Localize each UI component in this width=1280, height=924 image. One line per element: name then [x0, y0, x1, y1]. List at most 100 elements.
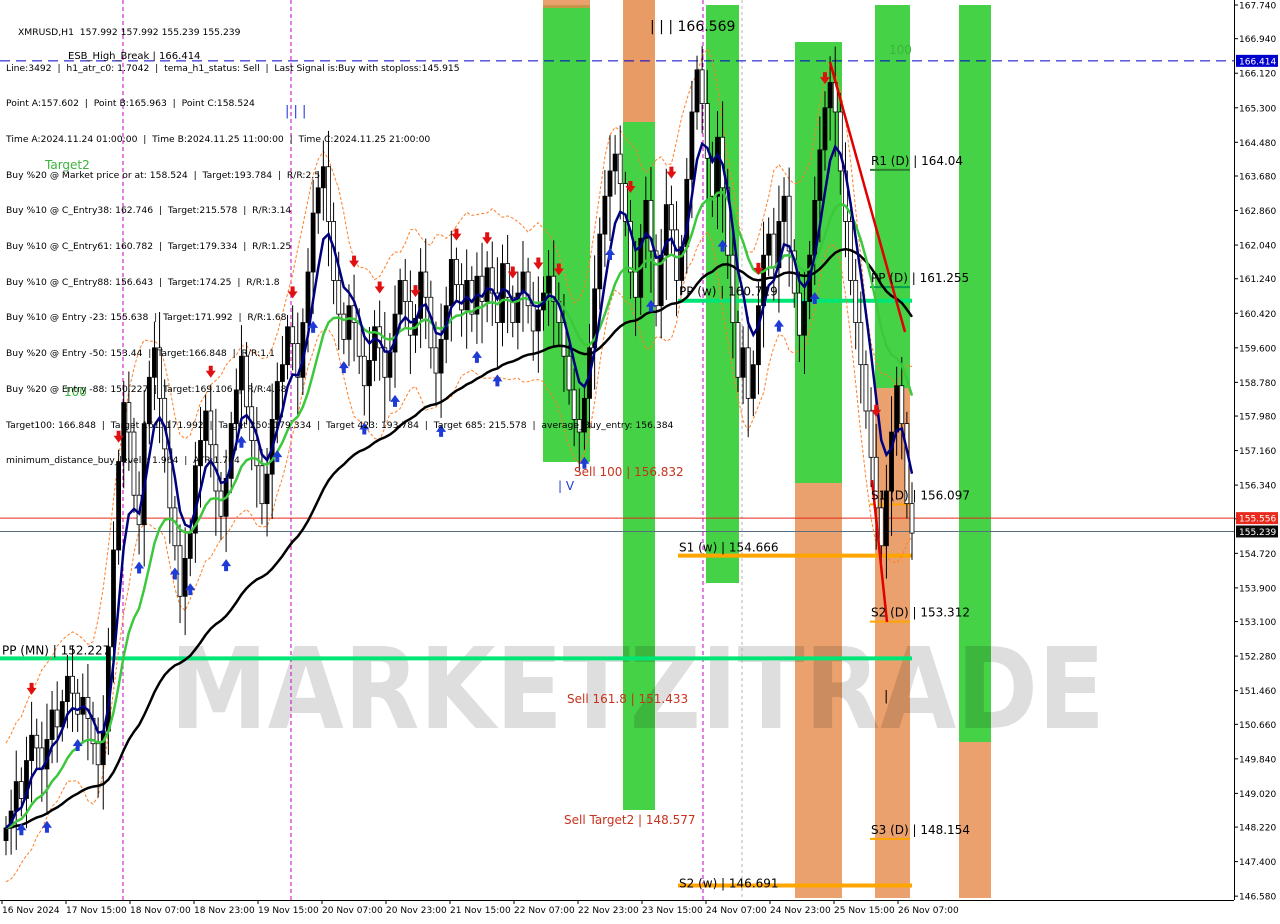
price-tick-label: 164.480	[1239, 139, 1276, 149]
bear-candle	[54, 709, 60, 728]
info-line: Buy %20 @ Entry -50: 153.44 | Target:166…	[6, 348, 275, 360]
price-tick-label: 156.340	[1239, 482, 1276, 492]
time-tick-label: 17 Nov 15:00	[66, 906, 127, 916]
level-label: S3 (D) | 148.154	[871, 823, 970, 837]
level-label: PP (D) | 161.255	[871, 271, 969, 285]
bull-candle	[781, 195, 787, 222]
info-line: Line:3492 | h1_atr_c0: 1.7042 | tema_h1_…	[6, 62, 460, 74]
info-line: Buy %20 @ Market price or at: 158.524 | …	[6, 169, 326, 181]
level-label: PP (MN) | 152.227	[2, 643, 110, 657]
bull-candle	[802, 301, 807, 336]
price-tick-label: 161.240	[1239, 275, 1276, 285]
bear-candle	[868, 410, 874, 458]
sell-target2-label: Sell Target2 | 148.577	[564, 813, 696, 827]
time-tick-label: 16 Nov 2024	[2, 906, 60, 916]
price-tick-label: 159.600	[1239, 344, 1276, 354]
time-axis-bg	[0, 900, 1280, 920]
bear-candle	[853, 280, 859, 323]
watermark-text: MARKETZITRADE	[170, 625, 1105, 755]
level-100-label: 100	[889, 43, 912, 57]
time-tick-label: 24 Nov 23:00	[770, 906, 831, 916]
price-tick-label: 149.840	[1239, 755, 1276, 765]
price-tick-label: 157.980	[1239, 413, 1276, 423]
bear-candle	[909, 503, 915, 534]
level-label: PP (w) | 160.719	[679, 285, 778, 299]
price-axis: 167.740 166.940 166.120 165.300 164.480 163.6…	[1234, 0, 1280, 920]
bull-candle	[187, 532, 193, 559]
time-tick-label: 19 Nov 15:00	[258, 906, 319, 916]
level-label: S1 (D) | 156.097	[871, 488, 970, 502]
bull-candle	[766, 233, 772, 256]
bull-candle	[694, 69, 700, 113]
price-tag-label: 155.239	[1239, 528, 1276, 538]
bull-candle	[13, 781, 19, 812]
bull-candle	[49, 709, 55, 740]
time-tick-label: 18 Nov 07:00	[130, 906, 191, 916]
info-line: Buy %20 @ Entry -88: 150.227 | Target:16…	[6, 383, 287, 395]
info-line: Buy %10 @ C_Entry38: 162.746 | Target:21…	[6, 205, 292, 217]
price-tick-label: 148.220	[1239, 824, 1276, 834]
level-label: S2 (w) | 146.691	[679, 876, 779, 890]
signal-zone	[959, 742, 991, 898]
level-label: S2 (D) | 153.312	[871, 606, 970, 620]
price-tick-label: 150.660	[1239, 721, 1276, 731]
time-tick-label: 21 Nov 15:00	[450, 906, 511, 916]
price-tick-label: 166.120	[1239, 70, 1276, 80]
time-axis: 16 Nov 2024 17 Nov 15:00 18 Nov 07:00 18 No…	[0, 900, 1280, 920]
price-tick-label: 149.020	[1239, 790, 1276, 800]
price-tick-label: 162.860	[1239, 207, 1276, 217]
bull-candle	[827, 82, 833, 109]
bear-candle	[177, 545, 183, 597]
bull-candle	[756, 305, 761, 366]
time-tick-label: 20 Nov 07:00	[322, 906, 383, 916]
price-tick-label: 160.420	[1239, 310, 1276, 320]
price-tag-label: 166.414	[1239, 57, 1276, 67]
bear-candle	[745, 347, 751, 399]
bull-candle	[3, 827, 9, 841]
bear-candle	[878, 507, 884, 547]
info-panel: XMRUSD,H1 157.992 157.992 155.239 155.23…	[6, 3, 673, 491]
time-tick-label: 22 Nov 07:00	[514, 906, 575, 916]
bull-candle	[715, 136, 720, 197]
time-tick-label: 22 Nov 23:00	[578, 906, 639, 916]
price-tick-label: 154.720	[1239, 550, 1276, 560]
bull-candle	[111, 549, 116, 648]
bear-candle	[786, 195, 792, 252]
time-tick-label: 24 Nov 07:00	[706, 906, 767, 916]
bull-candle	[689, 111, 695, 180]
bull-candle	[65, 675, 70, 702]
time-tick-label: 20 Nov 23:00	[386, 906, 447, 916]
bear-candle	[34, 734, 40, 749]
info-line: Target100: 166.848 | Target 161: 171.992…	[6, 419, 674, 431]
price-tick-label: 153.100	[1239, 618, 1276, 628]
bear-candle	[70, 675, 75, 694]
bull-candle	[894, 385, 900, 433]
bull-candle	[817, 149, 823, 201]
bear-candle	[218, 490, 224, 517]
bear-candle	[858, 322, 864, 366]
level-label: S1 (w) | 154.666	[679, 541, 779, 555]
bull-candle	[822, 107, 828, 151]
bear-candle	[709, 157, 715, 197]
price-tick-label: 147.400	[1239, 858, 1276, 868]
bear-candle	[863, 364, 869, 412]
bull-candle	[740, 347, 746, 378]
bear-candle	[899, 385, 905, 425]
price-tick-label: 165.300	[1239, 104, 1276, 114]
bear-candle	[771, 233, 777, 269]
bear-candle	[699, 69, 705, 104]
time-tick-label: 23 Nov 15:00	[642, 906, 703, 916]
bear-candle	[796, 292, 802, 336]
info-line: Buy %10 @ C_Entry61: 160.782 | Target:17…	[6, 241, 292, 253]
bull-candle	[29, 734, 34, 761]
price-tick-label: 162.040	[1239, 242, 1276, 252]
price-tick-label: 163.680	[1239, 172, 1276, 182]
chart-root: MARKETZITRADE PP (MN) | 152.227 PP (w) | …	[0, 0, 1280, 920]
info-line: Buy %10 @ C_Entry88: 156.643 | Target:17…	[6, 276, 280, 288]
info-line: Time A:2024.11.24 01:00:00 | Time B:2024…	[6, 133, 431, 145]
info-line: Point A:157.602 | Point B:165.963 | Poin…	[6, 98, 255, 110]
price-tick-label: 152.280	[1239, 653, 1276, 663]
bear-candle	[18, 781, 24, 799]
bull-candle	[750, 364, 756, 399]
bear-candle	[95, 743, 101, 766]
